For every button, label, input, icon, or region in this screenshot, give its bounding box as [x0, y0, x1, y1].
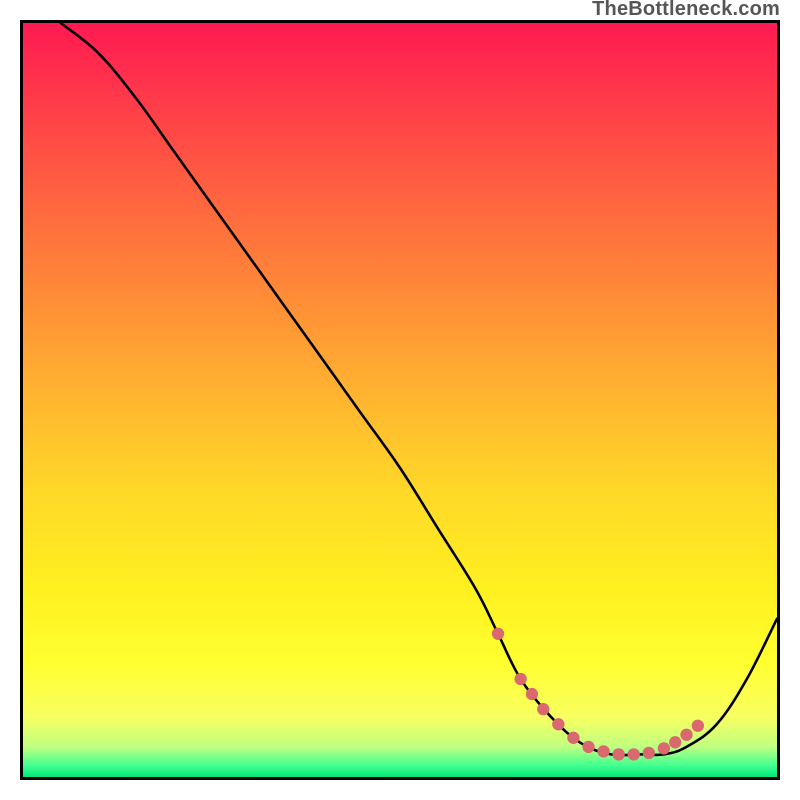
bottleneck-curve — [61, 23, 777, 755]
trough-marker-dot — [537, 703, 549, 715]
trough-marker-dot — [643, 747, 655, 759]
watermark-text: TheBottleneck.com — [592, 0, 780, 21]
trough-marker-dot — [597, 745, 609, 757]
trough-marker-dot — [567, 732, 579, 744]
trough-markers — [492, 628, 704, 761]
curve-layer — [23, 23, 777, 777]
trough-marker-dot — [680, 729, 692, 741]
trough-marker-dot — [582, 741, 594, 753]
plot-area — [20, 20, 780, 780]
trough-marker-dot — [628, 748, 640, 760]
chart-container: TheBottleneck.com — [0, 0, 800, 800]
trough-marker-dot — [613, 748, 625, 760]
trough-marker-dot — [526, 688, 538, 700]
trough-marker-dot — [514, 673, 526, 685]
trough-marker-dot — [692, 720, 704, 732]
trough-marker-dot — [669, 736, 681, 748]
trough-marker-dot — [492, 628, 504, 640]
trough-marker-dot — [552, 718, 564, 730]
trough-marker-dot — [658, 742, 670, 754]
